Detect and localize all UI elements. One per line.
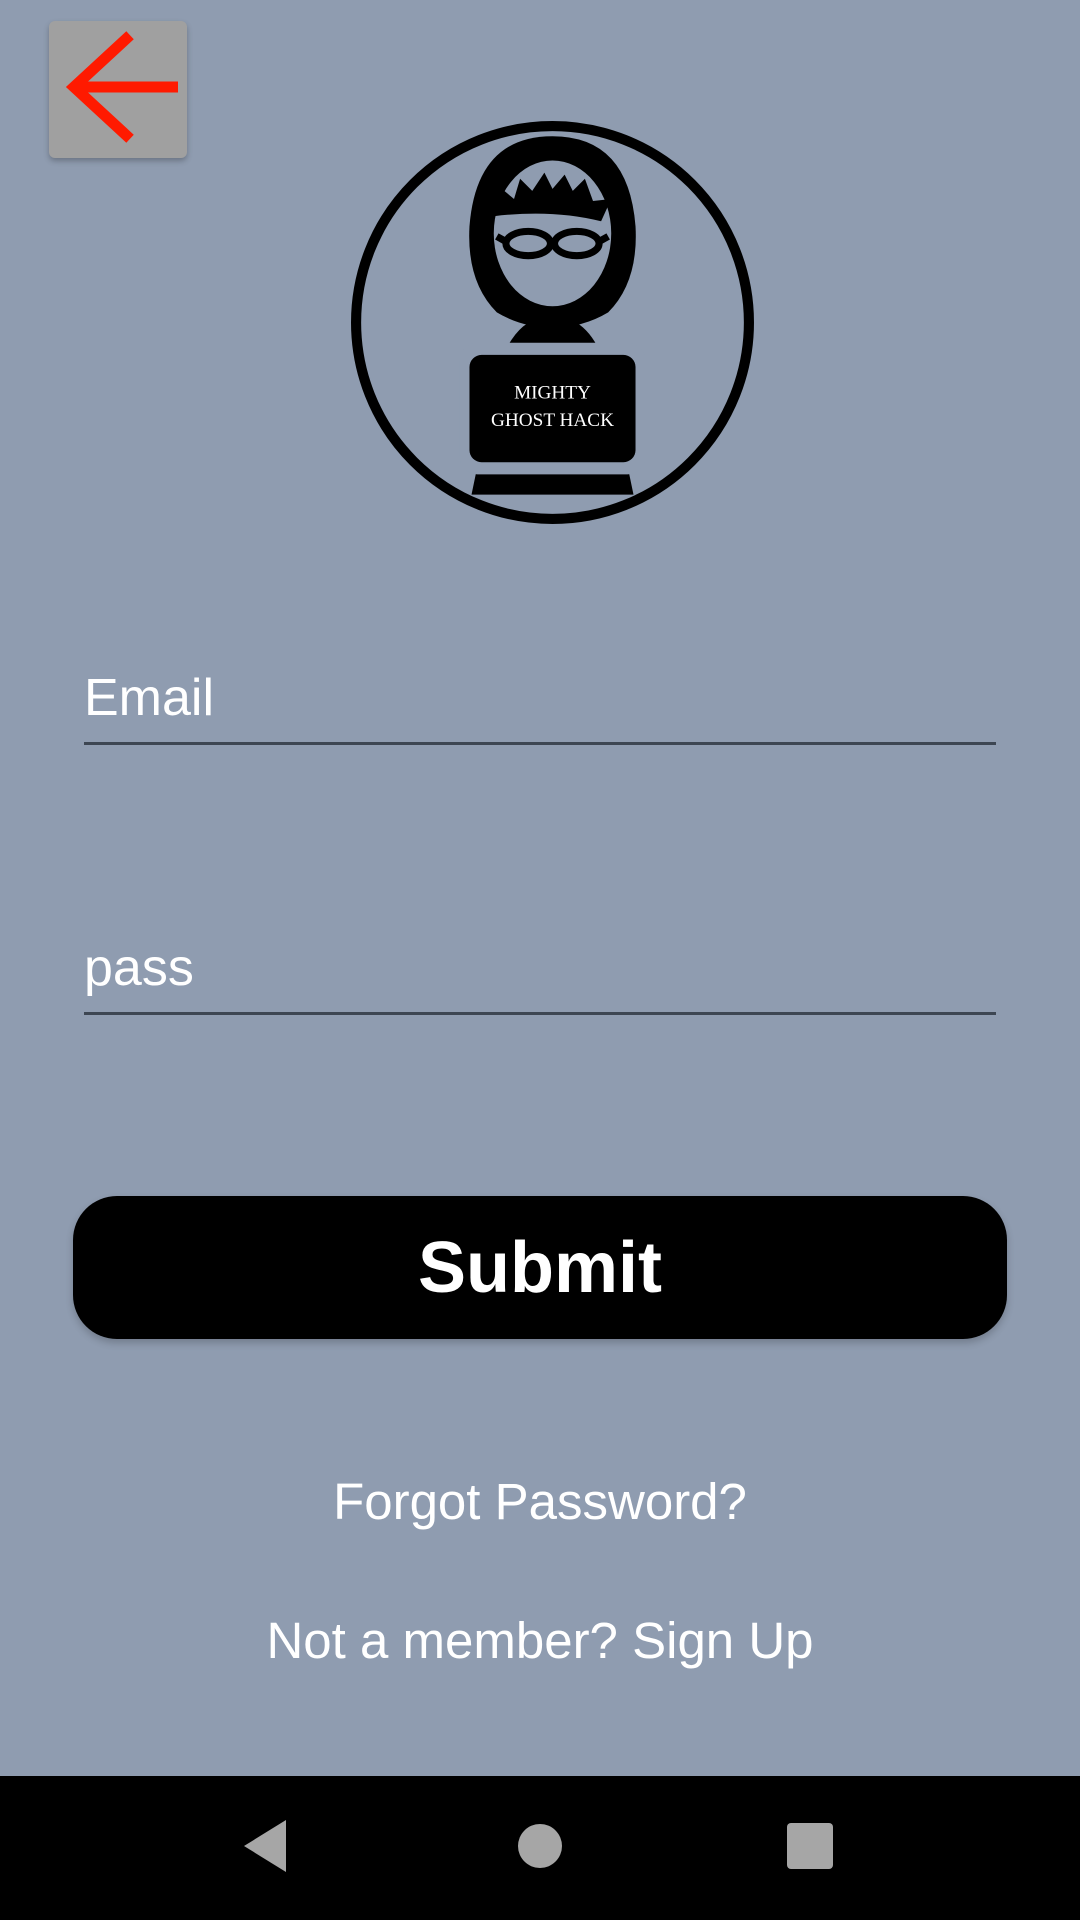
back-button[interactable] — [49, 21, 187, 158]
password-field[interactable]: pass — [84, 936, 996, 1015]
arrow-left-icon — [56, 25, 180, 154]
system-back-button[interactable] — [223, 1803, 313, 1893]
forgot-password-link[interactable]: Forgot Password? — [0, 1470, 1080, 1534]
submit-button[interactable]: Submit — [73, 1196, 1007, 1339]
system-recents-button[interactable] — [765, 1803, 855, 1893]
square-recents-icon — [778, 1814, 842, 1883]
triangle-back-icon — [236, 1814, 300, 1883]
logo-text-line2: GHOST HACK — [491, 410, 614, 431]
submit-button-label: Submit — [418, 1227, 662, 1308]
sign-up-link[interactable]: Not a member? Sign Up — [0, 1609, 1080, 1673]
email-field[interactable]: Email — [84, 666, 996, 745]
email-placeholder: Email — [84, 669, 215, 727]
mighty-ghost-hack-logo: MIGHTY GHOST HACK — [350, 120, 755, 525]
circle-home-icon — [508, 1814, 572, 1883]
logo-text-line1: MIGHTY — [514, 382, 591, 403]
password-placeholder: pass — [84, 939, 194, 997]
system-home-button[interactable] — [495, 1803, 585, 1893]
system-navigation-bar — [0, 1776, 1080, 1920]
